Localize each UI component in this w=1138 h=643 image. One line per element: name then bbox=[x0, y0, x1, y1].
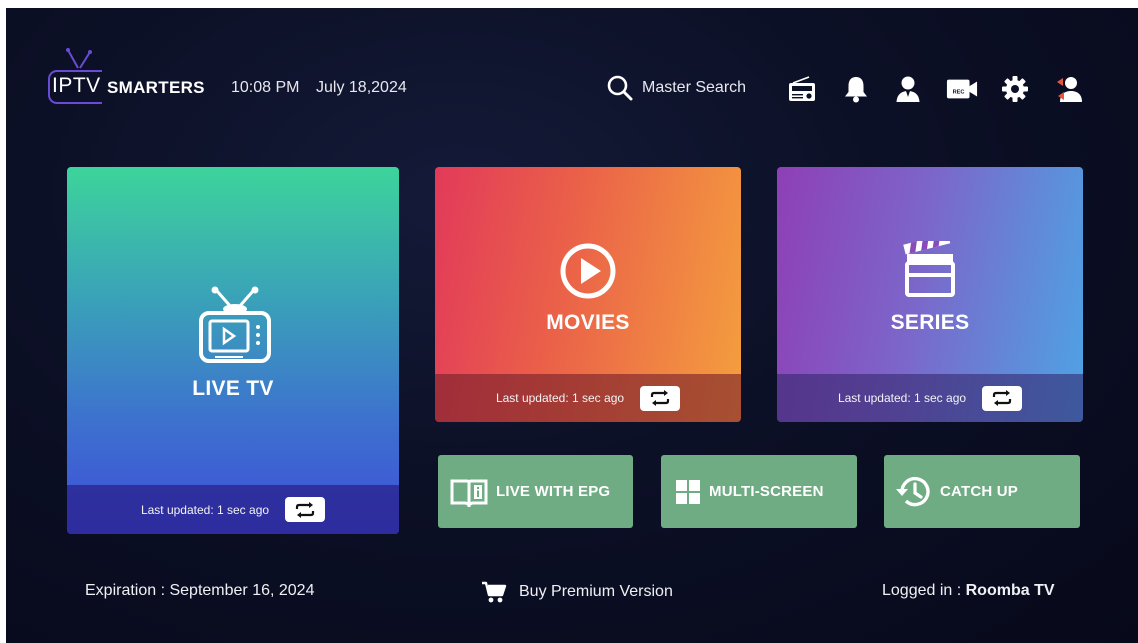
rec-text: REC bbox=[953, 90, 965, 96]
notifications-button[interactable] bbox=[840, 73, 872, 105]
app-logo: IPTV SMARTERS bbox=[48, 48, 218, 108]
switch-user-icon bbox=[1057, 77, 1082, 102]
cart-icon bbox=[482, 581, 507, 603]
recordings-button[interactable]: REC bbox=[946, 73, 978, 105]
refresh-icon bbox=[992, 390, 1012, 406]
multi-screen-tile[interactable]: MULTI-SCREEN bbox=[661, 455, 857, 528]
series-tile[interactable]: SERIES Last updated: 1 sec ago bbox=[777, 167, 1083, 422]
master-search-label: Master Search bbox=[642, 79, 747, 96]
clock-date: July 18,2024 bbox=[316, 79, 407, 96]
search-icon bbox=[607, 75, 633, 101]
live-tv-status-bar: Last updated: 1 sec ago bbox=[67, 485, 399, 534]
catch-up-label: CATCH UP bbox=[940, 483, 1018, 500]
movies-title: MOVIES bbox=[546, 311, 630, 334]
logged-in-status: Logged in : Roomba TV bbox=[882, 582, 1055, 600]
refresh-icon bbox=[650, 390, 670, 406]
play-circle-icon bbox=[560, 243, 616, 299]
master-search-button[interactable]: Master Search bbox=[606, 72, 746, 104]
bell-icon bbox=[845, 77, 867, 103]
series-status-bar: Last updated: 1 sec ago bbox=[777, 374, 1083, 422]
radio-icon bbox=[789, 76, 815, 101]
settings-button[interactable] bbox=[999, 73, 1031, 105]
buy-premium-button[interactable]: Buy Premium Version bbox=[481, 580, 673, 604]
live-tv-tile[interactable]: LIVE TV Last updated: 1 sec ago bbox=[67, 167, 399, 534]
buy-premium-label: Buy Premium Version bbox=[519, 583, 673, 600]
switch-user-button[interactable] bbox=[1053, 73, 1085, 105]
history-icon bbox=[896, 476, 930, 506]
gear-icon bbox=[1002, 76, 1028, 102]
logged-in-prefix: Logged in : bbox=[882, 582, 966, 599]
live-tv-refresh-button[interactable] bbox=[285, 497, 326, 522]
clapperboard-icon bbox=[903, 241, 955, 297]
live-with-epg-tile[interactable]: LIVE WITH EPG bbox=[438, 455, 633, 528]
multi-screen-label: MULTI-SCREEN bbox=[709, 483, 824, 500]
logged-in-user: Roomba TV bbox=[965, 582, 1055, 599]
movies-refresh-button[interactable] bbox=[640, 385, 681, 411]
radio-button[interactable] bbox=[786, 73, 818, 105]
book-info-icon bbox=[450, 479, 488, 507]
logo-iptv-text: IPTV bbox=[52, 74, 101, 97]
expiration-text: Expiration : September 16, 2024 bbox=[85, 582, 315, 599]
account-button[interactable] bbox=[892, 73, 924, 105]
tv-icon bbox=[199, 286, 271, 363]
movies-last-updated: Last updated: 1 sec ago bbox=[495, 391, 625, 405]
clock-time: 10:08 PM bbox=[231, 79, 300, 96]
live-with-epg-label: LIVE WITH EPG bbox=[496, 483, 611, 500]
grid-icon bbox=[676, 479, 700, 504]
series-last-updated: Last updated: 1 sec ago bbox=[837, 391, 967, 405]
movies-status-bar: Last updated: 1 sec ago bbox=[435, 374, 741, 422]
refresh-icon bbox=[295, 501, 315, 518]
logo-smarters-text: SMARTERS bbox=[107, 78, 205, 97]
rec-camera-icon: REC bbox=[946, 79, 978, 99]
user-icon bbox=[896, 76, 920, 102]
home-screen: IPTV SMARTERS 10:08 PM July 18,2024 Mast… bbox=[6, 8, 1138, 643]
series-title: SERIES bbox=[890, 311, 970, 334]
catch-up-tile[interactable]: CATCH UP bbox=[884, 455, 1080, 528]
movies-tile[interactable]: MOVIES Last updated: 1 sec ago bbox=[435, 167, 741, 422]
series-refresh-button[interactable] bbox=[982, 385, 1023, 411]
antenna-icon bbox=[66, 48, 92, 69]
live-tv-title: LIVE TV bbox=[192, 377, 274, 400]
live-tv-last-updated: Last updated: 1 sec ago bbox=[140, 502, 270, 517]
